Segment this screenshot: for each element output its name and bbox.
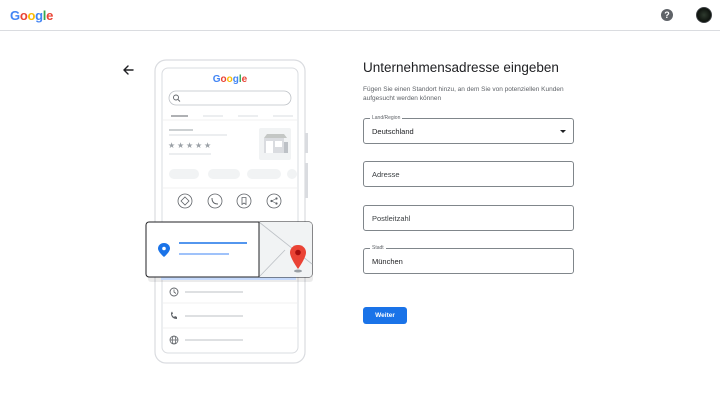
logo-letter: G <box>10 8 20 23</box>
svg-text:★: ★ <box>204 141 211 150</box>
svg-text:★: ★ <box>168 141 175 150</box>
svg-text:★: ★ <box>186 141 193 150</box>
page-title: Unternehmensadresse eingeben <box>363 60 559 75</box>
logo-letter: e <box>46 8 54 23</box>
back-arrow-icon[interactable] <box>121 63 135 77</box>
address-placeholder: Adresse <box>372 170 400 179</box>
svg-text:★: ★ <box>177 141 184 150</box>
next-button[interactable]: Weiter <box>363 307 407 324</box>
country-select[interactable]: Land/Region Deutschland <box>363 115 574 144</box>
illustration-google-logo: Google <box>213 74 248 85</box>
logo-letter: o <box>27 8 36 23</box>
logo-letter: o <box>19 8 28 23</box>
help-icon[interactable]: ? <box>661 9 673 21</box>
top-bar: Google ? <box>0 0 720 31</box>
address-input[interactable]: Adresse <box>363 161 574 187</box>
city-input[interactable]: Stadt München <box>363 245 574 274</box>
google-logo[interactable]: Google <box>10 8 53 23</box>
city-label: Stadt <box>370 245 386 252</box>
svg-text:★: ★ <box>195 141 202 150</box>
city-value: München <box>372 257 403 266</box>
address-form: Unternehmensadresse eingeben Fügen Sie e… <box>363 60 578 324</box>
country-value: Deutschland <box>372 127 414 136</box>
page-subtitle: Fügen Sie einen Standort hinzu, an dem S… <box>363 86 564 102</box>
postal-code-placeholder: Postleitzahl <box>372 214 411 223</box>
storefront-icon <box>264 134 288 153</box>
rating-stars: ★ ★ ★ ★ ★ <box>168 141 211 150</box>
business-profile-illustration: Google ★ ★ ★ ★ ★ <box>145 59 313 364</box>
dropdown-caret-icon <box>560 130 566 133</box>
account-avatar[interactable] <box>696 7 712 23</box>
postal-code-input[interactable]: Postleitzahl <box>363 205 574 231</box>
logo-letter: g <box>35 8 43 23</box>
country-label: Land/Region <box>370 115 403 122</box>
